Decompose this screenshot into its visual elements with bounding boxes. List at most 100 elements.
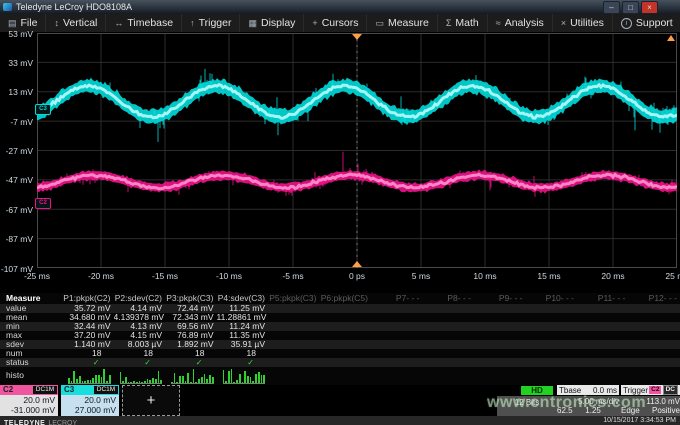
measure-histo-cell <box>268 367 320 384</box>
measure-histo-cell <box>165 367 217 384</box>
measure-status-cell <box>268 358 320 367</box>
file-icon: ▤ <box>8 18 17 29</box>
trigger-arrow-icon: ↑ <box>190 18 195 28</box>
measure-histo-cell <box>114 367 166 384</box>
menu-item-analysis[interactable]: ≈Analysis <box>488 14 553 32</box>
measure-max-cell <box>320 331 372 340</box>
measure-column-p6[interactable]: P6:pkpk(C5) <box>320 293 372 304</box>
measure-column-p8[interactable]: P8- - - <box>423 293 475 304</box>
measure-column-p7[interactable]: P7- - - <box>371 293 423 304</box>
measure-min-cell: 11.24 mV <box>217 322 269 331</box>
measure-status-cell <box>474 358 526 367</box>
measure-column-p1[interactable]: P1:pkpk(C2) <box>62 293 114 304</box>
measure-max-cell <box>526 331 578 340</box>
trigger-coupling-badge: DC <box>663 385 678 395</box>
menu-item-support[interactable]: iSupport <box>613 14 680 32</box>
menu-item-math[interactable]: ΣMath <box>438 14 488 32</box>
y-axis-label: 53 mV <box>0 29 33 39</box>
trigger-level: 113.0 mV <box>621 397 680 406</box>
y-axis-label: -87 mV <box>0 234 33 244</box>
menu-item-utilities[interactable]: ×Utilities <box>553 14 613 32</box>
measure-max-cell: 76.89 mV <box>165 331 217 340</box>
menu-item-cursors[interactable]: +Cursors <box>304 14 367 32</box>
channel-level-marker-c3[interactable]: C3 <box>35 104 51 115</box>
menu-item-measure[interactable]: ▭Measure <box>367 14 437 32</box>
measure-mean-cell: 72.343 mV <box>165 313 217 322</box>
measure-sdev-cell <box>629 340 680 349</box>
window-title: Teledyne LeCroy HDO8108A <box>16 0 132 14</box>
measure-mean-cell: 4.139378 mV <box>114 313 166 322</box>
measure-num-cell <box>526 349 578 358</box>
menu-item-timebase[interactable]: ↔Timebase <box>106 14 182 32</box>
measure-sdev-cell: 1.140 mV <box>62 340 114 349</box>
measure-status-cell <box>577 358 629 367</box>
measure-value-cell <box>423 304 475 313</box>
measure-column-p10[interactable]: P10- - - <box>526 293 578 304</box>
y-axis-label: -67 mV <box>0 205 33 215</box>
channel-header: C3DC1M <box>61 385 119 395</box>
trigger-descriptor[interactable]: Trigger C2 DC <box>621 385 680 395</box>
maximize-button[interactable]: □ <box>622 1 639 14</box>
channel-level-marker-c2[interactable]: C2 <box>35 198 51 209</box>
x-axis-label: -25 ms <box>15 271 59 281</box>
measure-sdev-cell <box>268 340 320 349</box>
display-icon: ▦ <box>248 18 257 29</box>
menu-item-display[interactable]: ▦Display <box>240 14 304 32</box>
measure-num-cell <box>629 349 680 358</box>
measure-status-cell: ✓ <box>62 358 114 367</box>
measure-mean-cell <box>320 313 372 322</box>
measure-value-cell: 72.44 mV <box>165 304 217 313</box>
measure-num-cell <box>320 349 372 358</box>
measure-num-cell: 18 <box>114 349 166 358</box>
measure-sdev-cell: 35.91 µV <box>217 340 269 349</box>
measure-num-cell <box>474 349 526 358</box>
x-axis-label: -10 ms <box>207 271 251 281</box>
measure-column-p5[interactable]: P5:pkpk(C3) <box>268 293 320 304</box>
measure-max-cell: 11.35 mV <box>217 331 269 340</box>
measure-value-cell <box>371 304 423 313</box>
measure-min-cell <box>320 322 372 331</box>
measure-mean-cell: 11.28861 mV <box>217 313 269 322</box>
measure-histo-cell <box>371 367 423 384</box>
minimize-button[interactable]: – <box>603 1 620 14</box>
menu-item-label: Math <box>455 17 478 29</box>
measure-sdev-cell <box>371 340 423 349</box>
measure-value-cell: 35.72 mV <box>62 304 114 313</box>
measure-histo-cell <box>474 367 526 384</box>
trigger-level-indicator[interactable] <box>667 35 675 41</box>
y-axis-label: -7 mV <box>0 117 33 127</box>
measure-histo-cell <box>629 367 680 384</box>
timebase-descriptor[interactable]: Tbase 0.0 ms <box>557 385 619 395</box>
menu-item-label: Utilities <box>570 17 604 29</box>
measure-column-p12[interactable]: P12- - - <box>629 293 680 304</box>
measure-column-p3[interactable]: P3:pkpk(C3) <box>165 293 217 304</box>
add-channel-button[interactable]: + <box>122 385 180 416</box>
measure-sdev-cell <box>320 340 372 349</box>
app-icon <box>3 3 12 11</box>
x-axis-label: -15 ms <box>143 271 187 281</box>
measure-row-label: status <box>0 358 62 367</box>
histogram-p3 <box>171 368 214 384</box>
measure-column-p9[interactable]: P9- - - <box>474 293 526 304</box>
measure-num-cell <box>577 349 629 358</box>
oscilloscope-app: Teledyne LeCroy HDO8108A –□× ▤File↕Verti… <box>0 0 680 425</box>
measure-row-label: max <box>0 331 62 340</box>
measure-value-cell <box>268 304 320 313</box>
measure-min-cell <box>268 322 320 331</box>
measure-value-cell <box>577 304 629 313</box>
title-bar: Teledyne LeCroy HDO8108A –□× <box>0 0 680 14</box>
close-button[interactable]: × <box>641 1 658 14</box>
measure-max-cell <box>423 331 475 340</box>
menu-item-trigger[interactable]: ↑Trigger <box>182 14 240 32</box>
menu-item-vertical[interactable]: ↕Vertical <box>46 14 106 32</box>
measure-column-p11[interactable]: P11- - - <box>577 293 629 304</box>
measure-column-p4[interactable]: P4:sdev(C3) <box>217 293 269 304</box>
measure-min-cell <box>474 322 526 331</box>
x-axis-label: 0 ps <box>335 271 379 281</box>
measure-row-label: num <box>0 349 62 358</box>
measure-status-cell <box>423 358 475 367</box>
measure-column-p2[interactable]: P2:sdev(C2) <box>114 293 166 304</box>
analysis-icon: ≈ <box>496 18 501 28</box>
measure-mean-cell <box>629 313 680 322</box>
menu-bar: ▤File↕Vertical↔Timebase↑Trigger▦Display+… <box>0 14 680 33</box>
